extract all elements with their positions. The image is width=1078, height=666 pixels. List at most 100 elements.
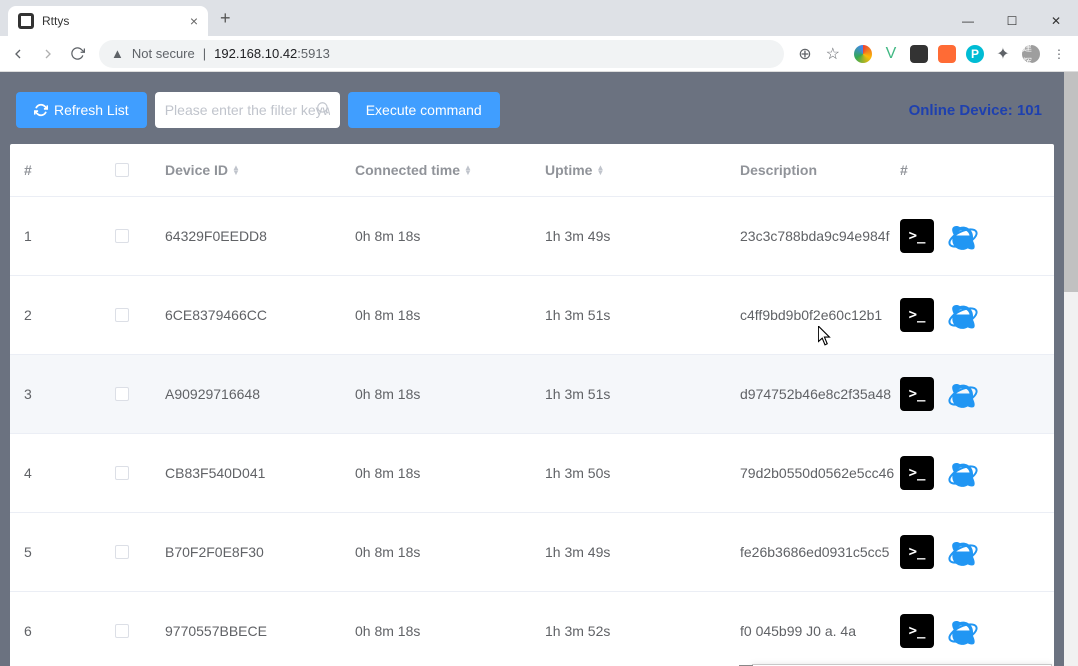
ext-icon[interactable] <box>938 45 956 63</box>
col-index: # <box>20 162 115 178</box>
table-row[interactable]: 5 B70F2F0E8F30 0h 8m 18s 1h 3m 49s fe26b… <box>10 513 1054 592</box>
tab-favicon-icon <box>18 13 34 29</box>
nav-forward-button[interactable] <box>40 46 56 62</box>
page-toolbar: Refresh List Execute command Online Devi… <box>10 80 1054 144</box>
device-table: # Device ID▲▼ Connected time▲▼ Uptime▲▼ … <box>10 144 1054 666</box>
terminal-icon[interactable]: >_ <box>900 535 934 569</box>
col-device-id[interactable]: Device ID▲▼ <box>165 162 355 178</box>
cell-description: 79d2b0550d0562e5cc46 <box>740 465 900 481</box>
cell-description: fe26b3686ed0931c5cc5 <box>740 544 900 560</box>
browser-chrome: Rttys × + ― ☐ ✕ ▲ Not secure | 192.168.1… <box>0 0 1078 72</box>
cell-device-id: CB83F540D041 <box>165 465 355 481</box>
terminal-icon[interactable]: >_ <box>900 219 934 253</box>
browser-icon[interactable] <box>946 456 980 490</box>
cell-checkbox <box>115 387 165 401</box>
select-all-checkbox[interactable] <box>115 163 129 177</box>
address-bar: ▲ Not secure | 192.168.10.42:5913 ⊕ ☆ V … <box>0 36 1078 72</box>
maximize-button[interactable]: ☐ <box>990 6 1034 36</box>
col-uptime[interactable]: Uptime▲▼ <box>545 162 740 178</box>
ext-icon[interactable] <box>854 45 872 63</box>
cell-actions: >_ <box>900 614 1044 648</box>
refresh-icon <box>34 103 48 117</box>
terminal-icon[interactable]: >_ <box>900 298 934 332</box>
cell-uptime: 1h 3m 51s <box>545 386 740 402</box>
cell-uptime: 1h 3m 49s <box>545 228 740 244</box>
profile-avatar[interactable]: 建辉 <box>1022 45 1040 63</box>
close-window-button[interactable]: ✕ <box>1034 6 1078 36</box>
cell-uptime: 1h 3m 52s <box>545 623 740 639</box>
browser-icon[interactable] <box>946 535 980 569</box>
scrollbar-thumb[interactable] <box>1064 72 1078 292</box>
browser-icon[interactable] <box>946 298 980 332</box>
cell-index: 2 <box>20 307 115 323</box>
row-checkbox[interactable] <box>115 308 129 322</box>
url-port: :5913 <box>297 46 330 61</box>
ext-icon[interactable]: P <box>966 45 984 63</box>
search-icon[interactable] <box>316 101 330 120</box>
minimize-button[interactable]: ― <box>946 6 990 36</box>
url-input[interactable]: ▲ Not secure | 192.168.10.42:5913 <box>99 40 784 68</box>
tab-close-icon[interactable]: × <box>190 13 198 29</box>
nav-reload-button[interactable] <box>70 46 85 61</box>
cell-uptime: 1h 3m 51s <box>545 307 740 323</box>
execute-label: Execute command <box>366 102 482 118</box>
cell-actions: >_ <box>900 456 1044 490</box>
cell-uptime: 1h 3m 49s <box>545 544 740 560</box>
table-row[interactable]: 6 9770557BBECE 0h 8m 18s 1h 3m 52s f0 04… <box>10 592 1054 666</box>
ext-icon[interactable]: V <box>882 45 900 63</box>
online-device-status: Online Device: 101 <box>909 102 1048 119</box>
bookmark-icon[interactable]: ☆ <box>826 44 840 64</box>
cell-description: f0 045b99 J0 a. 4a <box>740 623 900 639</box>
terminal-icon[interactable]: >_ <box>900 456 934 490</box>
row-checkbox[interactable] <box>115 466 129 480</box>
extensions-menu-icon[interactable]: ✦ <box>994 45 1012 63</box>
row-checkbox[interactable] <box>115 624 129 638</box>
browser-menu-icon[interactable]: ⋮ <box>1050 45 1068 63</box>
vertical-scrollbar[interactable] <box>1064 72 1078 666</box>
filter-input-wrap[interactable] <box>155 92 340 128</box>
cell-checkbox <box>115 624 165 638</box>
refresh-list-button[interactable]: Refresh List <box>16 92 147 128</box>
filter-input[interactable] <box>165 102 330 118</box>
browser-icon[interactable] <box>946 219 980 253</box>
sort-icon: ▲▼ <box>232 165 240 175</box>
new-tab-button[interactable]: + <box>208 8 243 29</box>
browser-icon[interactable] <box>946 614 980 648</box>
insecure-icon: ▲ <box>111 46 124 61</box>
cell-connected-time: 0h 8m 18s <box>355 386 545 402</box>
col-description: Description <box>740 162 900 178</box>
sort-icon: ▲▼ <box>464 165 472 175</box>
cell-checkbox <box>115 229 165 243</box>
cell-checkbox <box>115 308 165 322</box>
table-row[interactable]: 2 6CE8379466CC 0h 8m 18s 1h 3m 51s c4ff9… <box>10 276 1054 355</box>
browser-icon[interactable] <box>946 377 980 411</box>
cell-device-id: B70F2F0E8F30 <box>165 544 355 560</box>
ext-icon[interactable] <box>910 45 928 63</box>
browser-tab[interactable]: Rttys × <box>8 6 208 36</box>
execute-command-button[interactable]: Execute command <box>348 92 500 128</box>
col-checkbox <box>115 162 165 178</box>
tab-bar: Rttys × + ― ☐ ✕ <box>0 0 1078 36</box>
cell-index: 4 <box>20 465 115 481</box>
window-controls: ― ☐ ✕ <box>946 6 1078 36</box>
row-checkbox[interactable] <box>115 229 129 243</box>
zoom-icon[interactable]: ⊕ <box>798 44 811 64</box>
extension-bar: V P ✦ 建辉 ⋮ <box>854 45 1068 63</box>
table-row[interactable]: 1 64329F0EEDD8 0h 8m 18s 1h 3m 49s 23c3c… <box>10 197 1054 276</box>
table-row[interactable]: 4 CB83F540D041 0h 8m 18s 1h 3m 50s 79d2b… <box>10 434 1054 513</box>
col-connected-time[interactable]: Connected time▲▼ <box>355 162 545 178</box>
tab-title: Rttys <box>42 14 182 28</box>
sort-icon: ▲▼ <box>596 165 604 175</box>
cell-device-id: 64329F0EEDD8 <box>165 228 355 244</box>
cell-device-id: A90929716648 <box>165 386 355 402</box>
row-checkbox[interactable] <box>115 545 129 559</box>
cell-description: 23c3c788bda9c94e984f <box>740 228 900 244</box>
table-body: 1 64329F0EEDD8 0h 8m 18s 1h 3m 49s 23c3c… <box>10 197 1054 666</box>
nav-back-button[interactable] <box>10 46 26 62</box>
terminal-icon[interactable]: >_ <box>900 377 934 411</box>
terminal-icon[interactable]: >_ <box>900 614 934 648</box>
table-row[interactable]: 3 A90929716648 0h 8m 18s 1h 3m 51s d9747… <box>10 355 1054 434</box>
row-checkbox[interactable] <box>115 387 129 401</box>
url-sep: | <box>203 46 206 61</box>
page-viewport: Refresh List Execute command Online Devi… <box>0 72 1078 666</box>
